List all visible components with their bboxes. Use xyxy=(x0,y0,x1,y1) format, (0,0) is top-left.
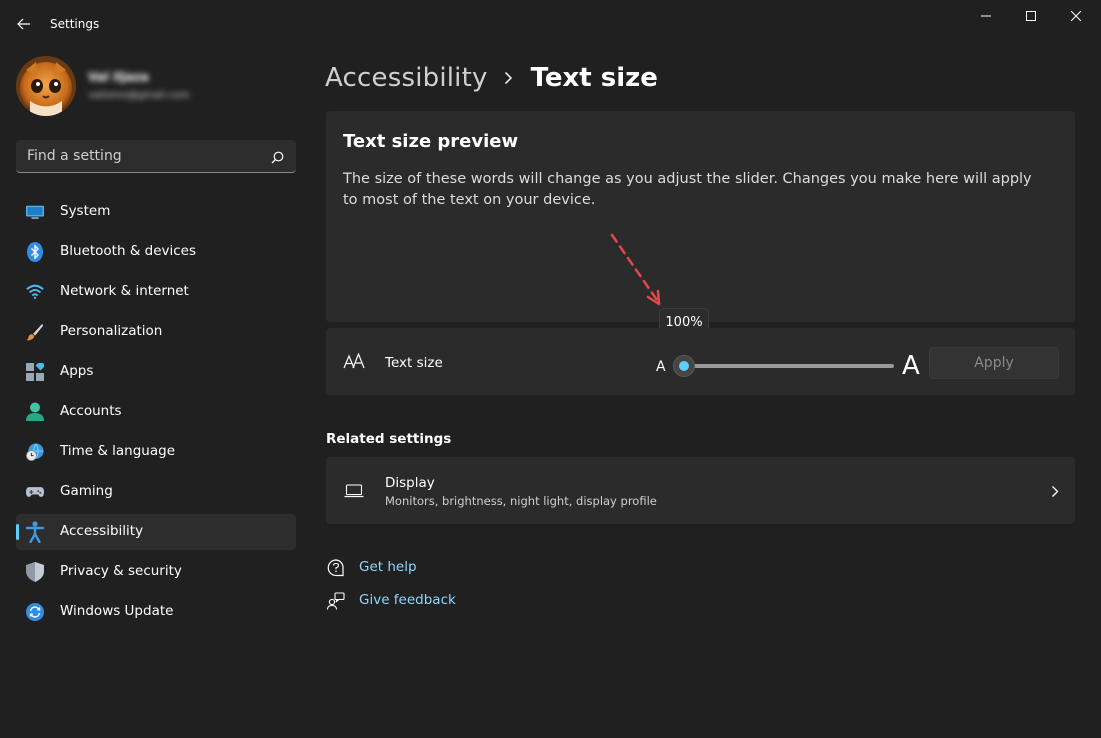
sidebar-item-time-language[interactable]: Time & language xyxy=(16,434,296,470)
close-button[interactable] xyxy=(1053,0,1099,32)
feedback-icon xyxy=(326,591,346,611)
back-arrow-icon xyxy=(17,18,30,30)
user-name: Val Iljaza xyxy=(88,70,149,84)
get-help-label: Get help xyxy=(359,559,417,575)
help-chat-icon xyxy=(326,558,346,578)
search-box xyxy=(16,140,296,173)
wifi-icon xyxy=(26,283,44,301)
sidebar-item-personalization[interactable]: Personalization xyxy=(16,314,296,350)
shield-icon xyxy=(26,562,44,582)
sidebar-item-label: Personalization xyxy=(60,323,163,339)
give-feedback-label: Give feedback xyxy=(359,592,456,608)
sidebar-item-windows-update[interactable]: Windows Update xyxy=(16,594,296,630)
sidebar-item-label: Bluetooth & devices xyxy=(60,243,197,259)
update-icon xyxy=(26,603,44,621)
give-feedback-link[interactable]: Give feedback xyxy=(326,590,456,612)
bluetooth-icon xyxy=(26,242,44,262)
sidebar-item-network[interactable]: Network & internet xyxy=(16,274,296,310)
sidebar-item-accounts[interactable]: Accounts xyxy=(16,394,296,430)
sidebar-item-privacy[interactable]: Privacy & security xyxy=(16,554,296,590)
globe-clock-icon xyxy=(26,443,44,461)
minimize-icon xyxy=(981,15,991,17)
sidebar-item-label: Privacy & security xyxy=(60,563,182,579)
apps-icon xyxy=(26,363,44,381)
monitor-icon xyxy=(26,203,44,221)
sidebar-item-label: Time & language xyxy=(60,443,176,459)
chevron-right-icon xyxy=(1051,483,1059,502)
avatar[interactable] xyxy=(16,56,76,116)
maximize-icon xyxy=(1026,11,1036,21)
related-settings-heading: Related settings xyxy=(326,431,452,447)
apply-button[interactable]: Apply xyxy=(929,347,1059,379)
sidebar-item-label: Accounts xyxy=(60,403,122,419)
sidebar-item-bluetooth[interactable]: Bluetooth & devices xyxy=(16,234,296,270)
sidebar-item-label: Apps xyxy=(60,363,94,379)
text-size-label: Text size xyxy=(385,355,443,371)
sidebar-item-label: Gaming xyxy=(60,483,113,499)
slider-thumb[interactable] xyxy=(673,355,695,377)
text-size-slider[interactable] xyxy=(684,364,894,368)
display-subtitle: Monitors, brightness, night light, displ… xyxy=(385,494,657,508)
sidebar-item-label: Accessibility xyxy=(60,523,144,539)
gamepad-icon xyxy=(26,483,44,501)
text-size-preview-card: Text size preview The size of these word… xyxy=(326,111,1075,322)
slider-thumb-dot xyxy=(679,361,689,371)
accessibility-icon xyxy=(26,521,44,543)
sidebar-item-label: Network & internet xyxy=(60,283,189,299)
sidebar-item-label: Windows Update xyxy=(60,603,174,619)
brush-icon xyxy=(26,323,44,341)
user-email: valiomo@gmail.com xyxy=(88,90,190,101)
preview-text: The size of these words will change as y… xyxy=(343,171,1032,208)
display-settings-link[interactable]: Display Monitors, brightness, night ligh… xyxy=(326,457,1075,524)
user-picture-icon xyxy=(16,56,76,116)
sidebar-item-apps[interactable]: Apps xyxy=(16,354,296,390)
laptop-icon xyxy=(344,483,364,502)
app-title: Settings xyxy=(50,17,100,31)
text-size-icon xyxy=(343,352,365,373)
maximize-button[interactable] xyxy=(1008,0,1054,32)
large-text-glyph: A xyxy=(902,351,920,381)
sidebar: Val Iljaza valiomo@gmail.com System Blue… xyxy=(0,48,312,738)
user-info: Val Iljaza valiomo@gmail.com xyxy=(88,70,190,101)
sidebar-item-accessibility[interactable]: Accessibility xyxy=(16,514,296,550)
sidebar-item-system[interactable]: System xyxy=(16,194,296,230)
small-text-glyph: A xyxy=(656,359,666,375)
minimize-button[interactable] xyxy=(963,0,1009,32)
search-input[interactable] xyxy=(16,140,256,172)
title-bar: Settings xyxy=(0,0,1101,48)
annotation-arrow-icon xyxy=(610,233,661,306)
close-icon xyxy=(1071,11,1081,21)
chevron-right-icon xyxy=(504,71,513,85)
sidebar-nav: System Bluetooth & devices Network & int… xyxy=(16,194,296,634)
preview-title: Text size preview xyxy=(343,131,519,152)
back-button[interactable] xyxy=(10,10,38,38)
breadcrumb-parent-link[interactable]: Accessibility xyxy=(325,63,488,93)
sidebar-item-label: System xyxy=(60,203,111,219)
breadcrumb: Accessibility Text size xyxy=(325,58,658,98)
sidebar-item-gaming[interactable]: Gaming xyxy=(16,474,296,510)
person-icon xyxy=(26,402,44,421)
display-title: Display xyxy=(385,475,435,491)
search-icon[interactable] xyxy=(271,149,284,168)
get-help-link[interactable]: Get help xyxy=(326,557,417,579)
text-size-setting-card: Text size A A Apply xyxy=(326,328,1075,395)
page-title: Text size xyxy=(530,63,658,93)
